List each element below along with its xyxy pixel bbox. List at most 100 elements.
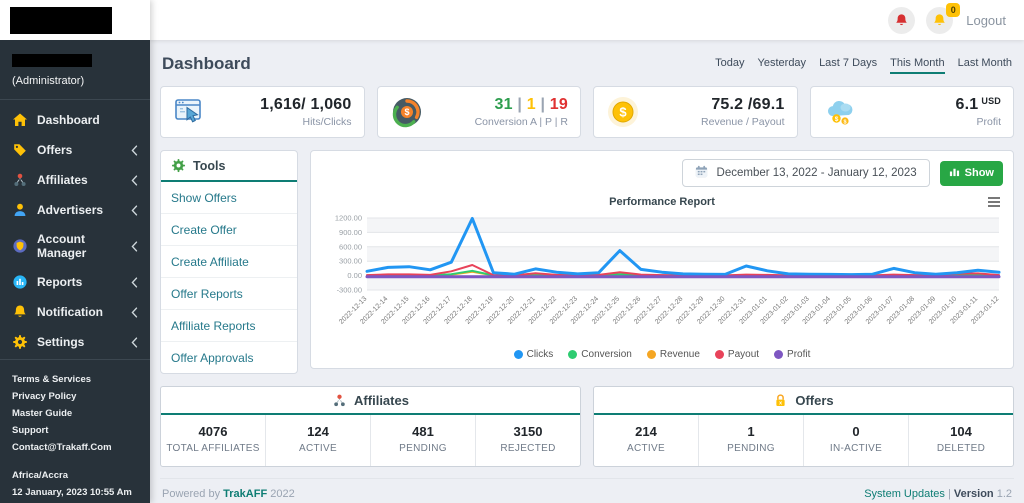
- filter-this-month[interactable]: This Month: [890, 57, 945, 74]
- svg-text:1200.00: 1200.00: [335, 214, 362, 223]
- browser-cursor-icon: [173, 95, 207, 129]
- sidebar-link-support[interactable]: Support: [12, 422, 138, 439]
- main-content: Dashboard Today Yesterday Last 7 Days This …: [150, 40, 1024, 503]
- sidebar-link-master-guide[interactable]: Master Guide: [12, 405, 138, 422]
- tool-link-show-offers[interactable]: Show Offers: [161, 182, 297, 214]
- stat-active: 124 ACTIVE: [265, 415, 370, 466]
- svg-text:-300.00: -300.00: [337, 286, 362, 295]
- tools-panel: Tools Show Offers Create Offer Create Affi…: [160, 150, 298, 374]
- gear-green-icon: [171, 158, 186, 173]
- filter-yesterday[interactable]: Yesterday: [758, 57, 807, 74]
- sidebar-item-reports[interactable]: Reports: [0, 267, 150, 297]
- bar-chart-icon: [949, 166, 960, 180]
- sidebar-item-dashboard[interactable]: Dashboard: [0, 105, 150, 135]
- legend-dot: [714, 350, 724, 359]
- sidebar-item-affiliates[interactable]: Affiliates: [0, 165, 150, 195]
- sidebar-item-settings[interactable]: Settings: [0, 327, 150, 357]
- stat-label: TOTAL AFFILIATES: [166, 443, 260, 454]
- legend-revenue[interactable]: Revenue: [646, 349, 700, 360]
- bell-yellow-icon: [932, 13, 947, 28]
- sidebar-item-account-manager[interactable]: Account Manager: [0, 225, 150, 267]
- stat-value: 75.2 /69.1: [711, 96, 785, 113]
- system-updates-link[interactable]: System Updates: [864, 488, 945, 500]
- stat-label: Revenue / Payout: [701, 116, 785, 128]
- svg-text:$: $: [404, 107, 409, 117]
- sidebar-link-privacy-policy[interactable]: Privacy Policy: [12, 388, 138, 405]
- affiliates-title: Affiliates: [354, 392, 409, 408]
- legend-profit[interactable]: Profit: [774, 349, 810, 360]
- affiliates-stats: 4076 TOTAL AFFILIATES 124 ACTIVE 481 PENDING 3…: [161, 415, 580, 466]
- bottom-row: Affiliates 4076 TOTAL AFFILIATES 124 ACTIVE…: [160, 386, 1014, 467]
- sidebar-item-notification[interactable]: Notification: [0, 297, 150, 327]
- offers-stats: 214 ACTIVE 1 PENDING 0 IN-ACTIVE 104 DELETED: [594, 415, 1013, 466]
- chart-menu-icon[interactable]: [987, 195, 1001, 213]
- stat-label: Conversion A | P | R: [474, 116, 568, 128]
- legend-dot: [568, 350, 578, 359]
- notification-bell-button[interactable]: 0: [926, 2, 961, 34]
- show-button[interactable]: Show: [939, 160, 1003, 186]
- stat-label: PENDING: [727, 443, 775, 454]
- date-range-input[interactable]: December 13, 2022 - January 12, 2023: [681, 159, 930, 187]
- filter-last-month[interactable]: Last Month: [958, 57, 1012, 74]
- chart-panel: December 13, 2022 - January 12, 2023 Sho…: [310, 150, 1014, 369]
- affiliates-panel: Affiliates 4076 TOTAL AFFILIATES 124 ACTIVE…: [160, 386, 581, 467]
- tool-link-offer-reports[interactable]: Offer Reports: [161, 278, 297, 310]
- alert-bell-button[interactable]: [888, 6, 916, 34]
- bell-icon: [12, 304, 28, 320]
- svg-text:$: $: [834, 116, 838, 123]
- logout-button[interactable]: Logout: [966, 13, 1006, 28]
- brand-name: TrakAFF: [223, 488, 268, 500]
- chart-title: Performance Report: [609, 196, 715, 208]
- stat-pending: 481 PENDING: [370, 415, 475, 466]
- home-icon: [12, 112, 28, 128]
- sidebar-link-contact-trakaff-com[interactable]: Contact@Trakaff.Com: [12, 439, 138, 456]
- stat-value: 4076: [198, 424, 228, 439]
- sidebar-item-offers[interactable]: Offers: [0, 135, 150, 165]
- datetime: 12 January, 2023 10:55 Am: [12, 487, 132, 498]
- stat-label: Profit: [976, 116, 1001, 128]
- offers-header: x Offers: [594, 387, 1013, 415]
- tool-link-affiliate-reports[interactable]: Affiliate Reports: [161, 310, 297, 342]
- filter-today[interactable]: Today: [715, 57, 744, 74]
- svg-text:0.00: 0.00: [347, 271, 362, 280]
- performance-chart-svg: 1200.00900.00600.00300.000.00-300.002022…: [335, 214, 1001, 326]
- version-label: Version: [953, 488, 994, 500]
- stat-deleted: 104 DELETED: [908, 415, 1013, 466]
- user-block: (Administrator): [0, 40, 150, 100]
- legend-label: Revenue: [659, 349, 700, 360]
- chart-toolbar: December 13, 2022 - January 12, 2023 Sho…: [321, 159, 1003, 187]
- sidebar-item-label: Advertisers: [37, 203, 104, 217]
- stat-value: 1: [747, 424, 755, 439]
- sidebar-link-terms-services[interactable]: Terms & Services: [12, 371, 138, 388]
- stat-pending: 1 PENDING: [698, 415, 803, 466]
- dollar-coin-icon: $: [606, 95, 640, 129]
- shield-icon: [12, 238, 28, 254]
- version-value: 1.2: [996, 488, 1012, 500]
- tool-link-offer-approvals[interactable]: Offer Approvals: [161, 342, 297, 373]
- sidebar-footer-links: Terms & Services Privacy Policy Master Gui…: [12, 371, 138, 456]
- tool-link-create-affiliate[interactable]: Create Affiliate: [161, 246, 297, 278]
- bell-red-icon: [894, 13, 909, 28]
- powered-by: Powered by TrakAFF 2022: [162, 488, 295, 500]
- chevron-left-icon: [131, 306, 138, 318]
- cloud-coins-icon: $ $: [823, 95, 857, 129]
- page-title: Dashboard: [162, 54, 251, 73]
- tool-link-create-offer[interactable]: Create Offer: [161, 214, 297, 246]
- legend-payout[interactable]: Payout: [714, 349, 759, 360]
- filter-last-7-days[interactable]: Last 7 Days: [819, 57, 877, 74]
- chevron-left-icon: [131, 174, 138, 186]
- stat-label: ACTIVE: [299, 443, 337, 454]
- show-button-label: Show: [964, 167, 994, 179]
- sidebar-item-label: Notification: [37, 305, 103, 319]
- svg-text:600.00: 600.00: [339, 242, 362, 251]
- stat-label: REJECTED: [500, 443, 556, 454]
- legend-clicks[interactable]: Clicks: [513, 349, 553, 360]
- sidebar-item-advertisers[interactable]: Advertisers: [0, 195, 150, 225]
- notification-badge: 0: [946, 2, 961, 17]
- stat-value: 1,616/ 1,060: [260, 96, 352, 113]
- legend-label: Profit: [787, 349, 811, 360]
- legend-conversion[interactable]: Conversion: [568, 349, 632, 360]
- stat-value: 124: [307, 424, 329, 439]
- stat-total-affiliates: 4076 TOTAL AFFILIATES: [161, 415, 265, 466]
- stat-value: 0: [852, 424, 860, 439]
